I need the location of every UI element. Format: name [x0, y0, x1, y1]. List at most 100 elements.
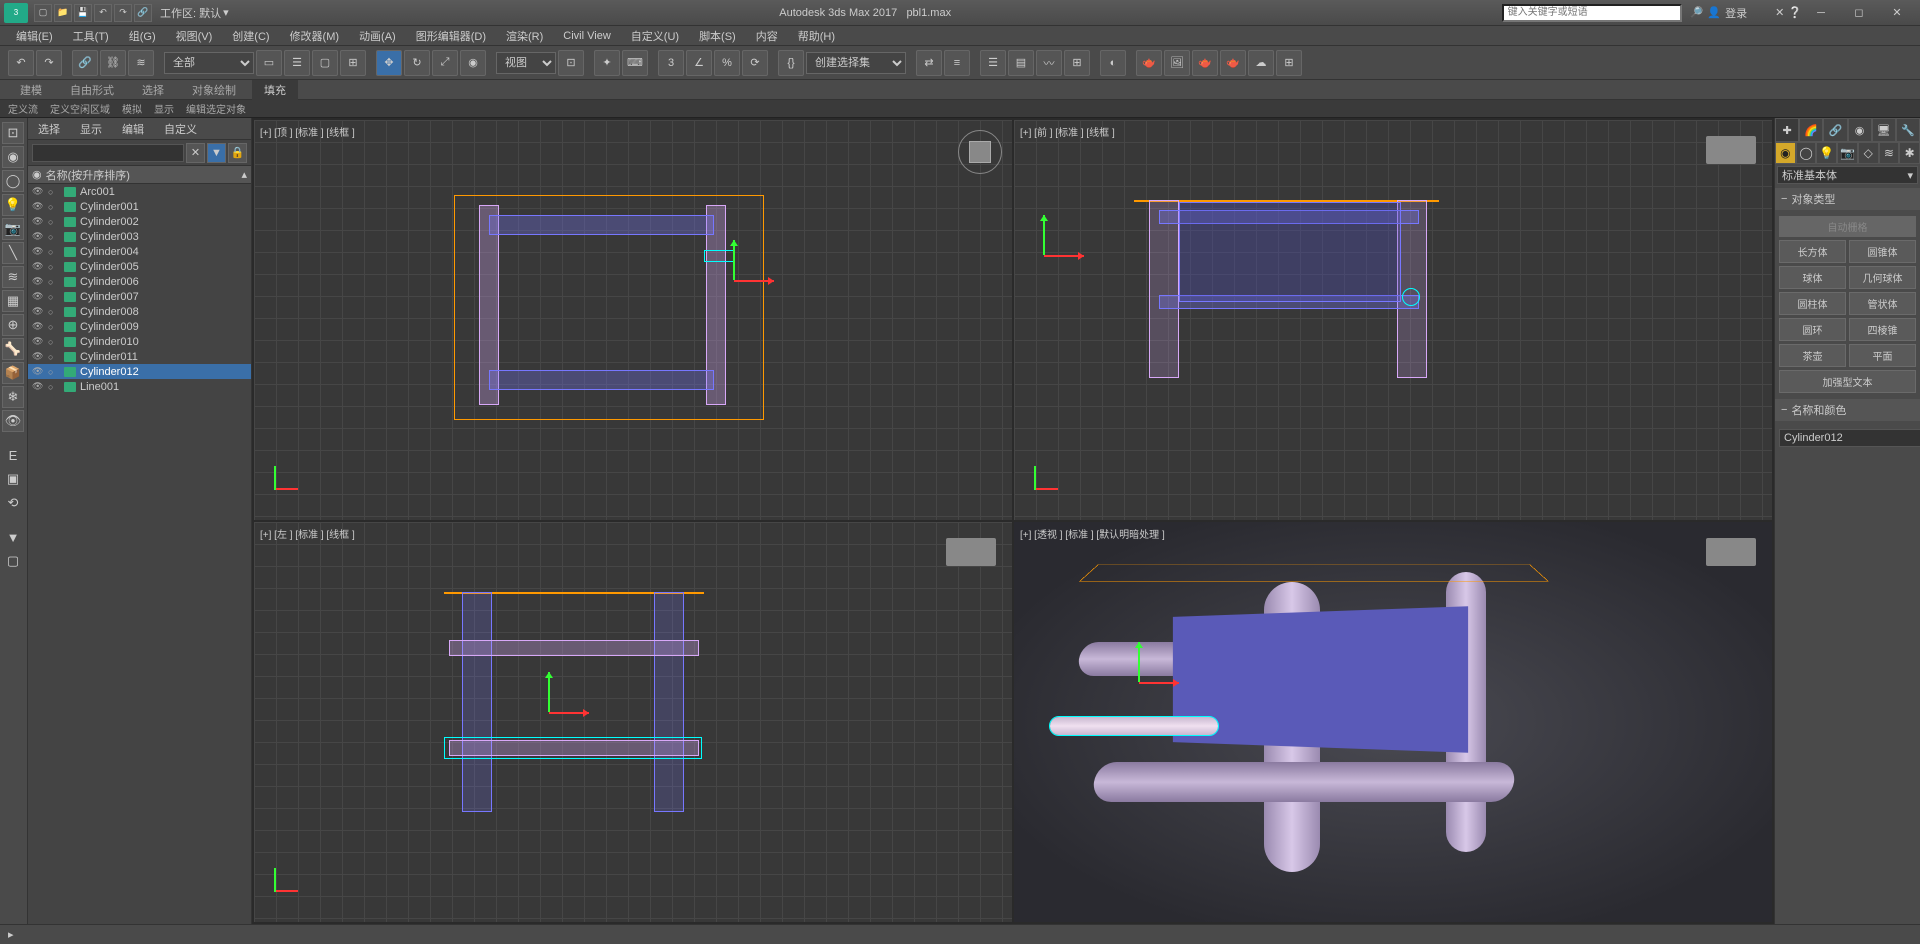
menu-内容[interactable]: 内容 [748, 26, 786, 46]
primitive-平面[interactable]: 平面 [1849, 344, 1916, 367]
scene-object-row[interactable]: 👁○Cylinder012 [28, 364, 251, 379]
create-tab[interactable]: ✚ [1775, 118, 1799, 142]
scene-list-header[interactable]: ◉名称(按升序排序)▴ [28, 166, 251, 184]
save-icon[interactable]: 💾 [74, 4, 92, 22]
manipulate-button[interactable]: ✦ [594, 50, 620, 76]
redo-icon[interactable]: ↷ [114, 4, 132, 22]
snap-toggle-button[interactable]: 3 [658, 50, 684, 76]
bone-filter-icon[interactable]: 🦴 [2, 338, 24, 360]
scene-object-row[interactable]: 👁○Cylinder010 [28, 334, 251, 349]
link-icon[interactable]: 🔗 [134, 4, 152, 22]
freeze-icon[interactable]: ○ [48, 202, 60, 212]
light-filter-icon[interactable]: 💡 [2, 194, 24, 216]
scene-object-row[interactable]: 👁○Line001 [28, 379, 251, 394]
redo-button[interactable]: ↷ [36, 50, 62, 76]
freeze-icon[interactable]: ○ [48, 277, 60, 287]
scene-filter-input[interactable] [32, 144, 184, 162]
visibility-icon[interactable]: 👁 [32, 216, 44, 227]
scene-tab-2[interactable]: 编辑 [112, 118, 154, 139]
curve-editor-button[interactable]: 〰 [1036, 50, 1062, 76]
lights-category-icon[interactable]: 💡 [1816, 142, 1837, 164]
menu-编辑[interactable]: 编辑(E) [8, 26, 61, 46]
primitive-圆环[interactable]: 圆环 [1779, 318, 1846, 341]
hierarchy-tab[interactable]: 🔗 [1823, 118, 1847, 142]
freeze-icon[interactable]: ○ [48, 307, 60, 317]
visibility-icon[interactable]: 👁 [32, 381, 44, 392]
viewport-front[interactable]: [+] [前 ] [标准 ] [线框 ] [1014, 120, 1772, 520]
select-move-button[interactable]: ✥ [376, 50, 402, 76]
ribbon-sub-3[interactable]: 显示 [154, 101, 174, 116]
minimize-button[interactable]: ─ [1802, 3, 1840, 23]
viewcube-icon[interactable] [1706, 538, 1756, 566]
menu-脚本[interactable]: 脚本(S) [691, 26, 744, 46]
visibility-icon[interactable]: 👁 [32, 336, 44, 347]
freeze-icon[interactable]: ○ [48, 382, 60, 392]
scene-object-row[interactable]: 👁○Arc001 [28, 184, 251, 199]
unlink-button[interactable]: ⛓ [100, 50, 126, 76]
utilities-tab[interactable]: 🔧 [1896, 118, 1920, 142]
primitive-圆柱体[interactable]: 圆柱体 [1779, 292, 1846, 315]
select-rotate-button[interactable]: ↻ [404, 50, 430, 76]
menu-自定义[interactable]: 自定义(U) [623, 26, 687, 46]
ribbon-tab-0[interactable]: 建模 [8, 80, 54, 100]
menu-修改器[interactable]: 修改器(M) [282, 26, 348, 46]
visibility-icon[interactable]: 👁 [32, 231, 44, 242]
ref-coord-system[interactable]: 视图 [496, 52, 556, 74]
category-dropdown[interactable]: 标准基本体▾ [1777, 166, 1918, 184]
xref-filter-icon[interactable]: ⊕ [2, 314, 24, 336]
render-setup-button[interactable]: 🫖 [1136, 50, 1162, 76]
scene-object-row[interactable]: 👁○Cylinder009 [28, 319, 251, 334]
spinner-snap-button[interactable]: ⟳ [742, 50, 768, 76]
primitive-几何球体[interactable]: 几何球体 [1849, 266, 1916, 289]
scene-object-row[interactable]: 👁○Cylinder008 [28, 304, 251, 319]
visibility-icon[interactable]: 👁 [32, 366, 44, 377]
freeze-icon[interactable]: ○ [48, 247, 60, 257]
angle-snap-button[interactable]: ∠ [686, 50, 712, 76]
scene-object-row[interactable]: 👁○Cylinder006 [28, 274, 251, 289]
scene-object-row[interactable]: 👁○Cylinder011 [28, 349, 251, 364]
scene-object-row[interactable]: 👁○Cylinder007 [28, 289, 251, 304]
undo-icon[interactable]: ↶ [94, 4, 112, 22]
collapse-icon[interactable]: ▣ [2, 468, 24, 490]
scene-object-row[interactable]: 👁○Cylinder001 [28, 199, 251, 214]
primitive-圆锥体[interactable]: 圆锥体 [1849, 240, 1916, 263]
cameras-category-icon[interactable]: 📷 [1837, 142, 1858, 164]
mirror-button[interactable]: ⇄ [916, 50, 942, 76]
primitive-四棱锥[interactable]: 四棱锥 [1849, 318, 1916, 341]
menu-创建[interactable]: 创建(C) [224, 26, 277, 46]
layer-explorer-button[interactable]: ☰ [980, 50, 1006, 76]
prompt-toggle-icon[interactable]: ▸ [8, 928, 14, 941]
filter-toggle-icon[interactable]: ▼ [207, 143, 226, 163]
scene-tab-3[interactable]: 自定义 [154, 118, 207, 139]
workspace-selector[interactable]: 工作区: 默认 [160, 5, 221, 21]
viewcube-icon[interactable] [958, 130, 1002, 174]
freeze-icon[interactable]: ○ [48, 322, 60, 332]
use-center-button[interactable]: ⊡ [558, 50, 584, 76]
keyboard-shortcut-button[interactable]: ⌨ [622, 50, 648, 76]
primitive-加强型文本[interactable]: 加强型文本 [1779, 370, 1916, 393]
systems-category-icon[interactable]: ✱ [1899, 142, 1920, 164]
menu-视图[interactable]: 视图(V) [168, 26, 221, 46]
sync-icon[interactable]: ⟲ [2, 492, 24, 514]
select-region-button[interactable]: ▢ [312, 50, 338, 76]
select-object-button[interactable]: ▭ [256, 50, 282, 76]
render-production-button[interactable]: 🫖 [1192, 50, 1218, 76]
filter-icon[interactable]: ▼ [2, 526, 24, 548]
viewcube-icon[interactable] [1706, 136, 1756, 164]
freeze-icon[interactable]: ○ [48, 262, 60, 272]
viewcube-icon[interactable] [946, 538, 996, 566]
scene-object-row[interactable]: 👁○Cylinder002 [28, 214, 251, 229]
new-icon[interactable]: ▢ [34, 4, 52, 22]
ribbon-sub-4[interactable]: 编辑选定对象 [186, 101, 246, 116]
shape-filter-icon[interactable]: ◯ [2, 170, 24, 192]
visibility-icon[interactable]: 👁 [32, 291, 44, 302]
toggle-ribbon-button[interactable]: ▤ [1008, 50, 1034, 76]
edit-named-sel-button[interactable]: {} [778, 50, 804, 76]
geometry-filter-icon[interactable]: ◉ [2, 146, 24, 168]
selection-filter[interactable]: 全部 [164, 52, 254, 74]
menu-动画[interactable]: 动画(A) [351, 26, 404, 46]
menu-Civil View[interactable]: Civil View [555, 28, 618, 44]
visibility-icon[interactable]: 👁 [32, 201, 44, 212]
open-a360-button[interactable]: ⊞ [1276, 50, 1302, 76]
help-icon[interactable]: ❔ [1788, 6, 1802, 19]
